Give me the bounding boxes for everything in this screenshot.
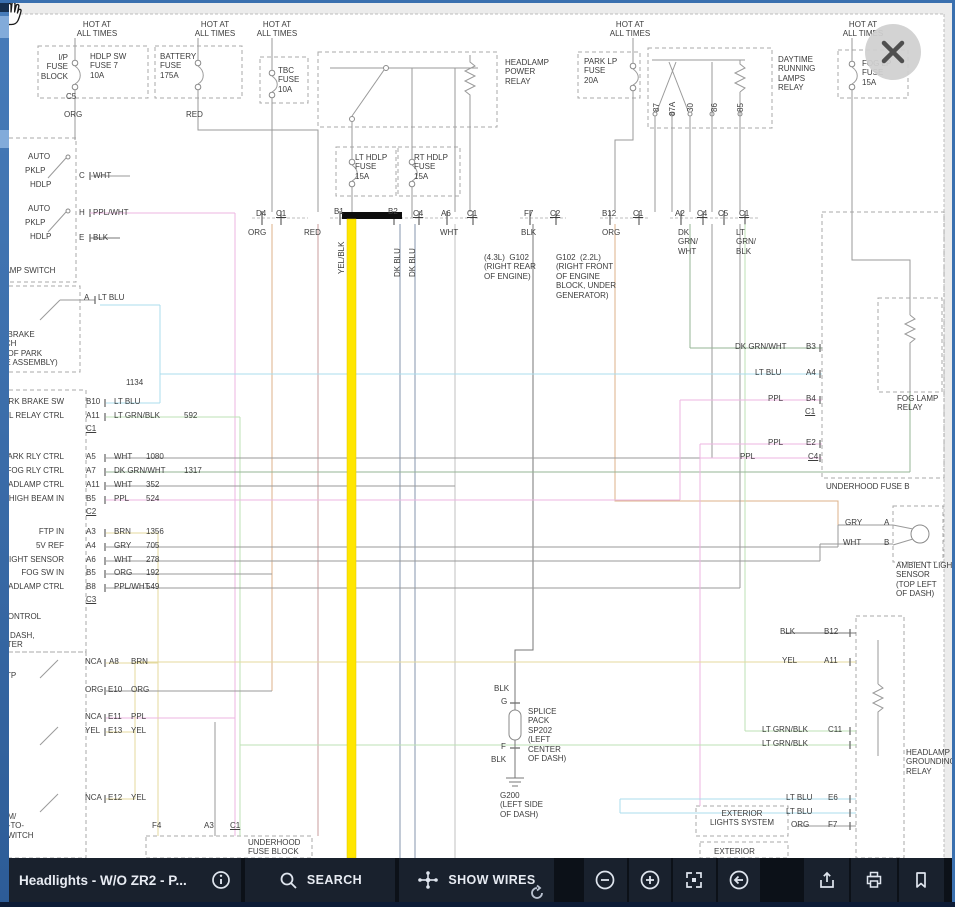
wiring-svg: [0, 0, 955, 858]
right-pin-ticks: [820, 344, 850, 830]
status-strip: [0, 902, 955, 907]
search-button[interactable]: SEARCH: [245, 858, 395, 902]
diagram-canvas[interactable]: HOT AT ALL TIMESHOT AT ALL TIMESHOT AT A…: [0, 0, 955, 858]
fuse-symbols: [72, 52, 857, 192]
export-icon: [817, 870, 837, 890]
zoom-in-button[interactable]: [629, 858, 672, 902]
export-button[interactable]: [804, 858, 849, 902]
zoom-out-icon: [594, 869, 616, 891]
action-controls: [804, 858, 944, 902]
highlighted-wire-yelblk[interactable]: [347, 219, 356, 858]
frame-tab: [0, 130, 9, 148]
frame-tab: [0, 16, 9, 38]
zoom-out-button[interactable]: [584, 858, 627, 902]
reset-view-icon: [728, 869, 750, 891]
bookmark-icon: [911, 870, 931, 890]
fit-screen-icon: [684, 870, 704, 890]
bottom-toolbar: Headlights - W/O ZR2 - P... SEARCH: [9, 858, 952, 902]
print-icon: [864, 870, 884, 890]
close-icon: [865, 24, 921, 80]
wiring-diagram-viewer: HOT AT ALL TIMESHOT AT ALL TIMESHOT AT A…: [0, 0, 955, 907]
reset-view-button[interactable]: [718, 858, 761, 902]
info-icon[interactable]: [211, 870, 231, 890]
diagram-title-bar[interactable]: Headlights - W/O ZR2 - P...: [9, 858, 241, 902]
print-button[interactable]: [851, 858, 896, 902]
toolbar-spacer: [558, 858, 580, 902]
zoom-controls: [584, 858, 760, 902]
zoom-in-icon: [639, 869, 661, 891]
top-frame: [0, 0, 955, 3]
bookmark-button[interactable]: [899, 858, 944, 902]
show-wires-icon: [417, 870, 439, 890]
fit-screen-button[interactable]: [673, 858, 716, 902]
diagram-title: Headlights - W/O ZR2 - P...: [19, 873, 187, 888]
show-wires-label: SHOW WIRES: [448, 873, 535, 887]
search-label: SEARCH: [307, 873, 362, 887]
close-button[interactable]: [865, 24, 921, 80]
drl-relay-symbol: [652, 60, 745, 212]
rotate-icon[interactable]: [528, 884, 546, 902]
selected-wire-segment[interactable]: [342, 212, 402, 219]
toolbar-spacer: [764, 858, 800, 902]
search-icon: [278, 870, 298, 890]
